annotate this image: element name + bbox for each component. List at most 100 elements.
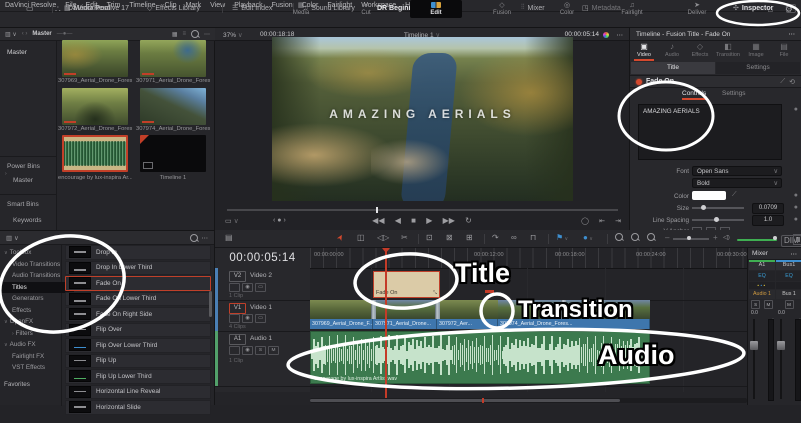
video-clip[interactable] <box>373 300 437 319</box>
pan-control[interactable] <box>776 282 801 289</box>
tab-image[interactable]: ▦Image <box>742 42 770 58</box>
title-preset-row[interactable]: Drop In <box>65 245 211 260</box>
auto-select-icon[interactable]: ◉ <box>242 283 253 292</box>
settings-gear-icon[interactable]: ⚙ <box>785 4 793 15</box>
audio-level-slider[interactable] <box>737 239 777 241</box>
inspector-options-icon[interactable]: ⋯ <box>789 30 796 38</box>
zoom-slider[interactable] <box>673 238 709 240</box>
in-point-icon[interactable]: ⇤ <box>599 217 605 225</box>
linked-selection-icon[interactable]: ∞ <box>511 233 517 242</box>
mute-button[interactable]: M <box>764 300 773 309</box>
trim-edit-mode-icon[interactable]: ◫ <box>357 233 365 242</box>
nav-back-icon[interactable]: ‹ › <box>22 31 28 37</box>
audio-clip[interactable]: encourage by lux-inspira Artlist.wav <box>310 331 650 384</box>
eq-button[interactable]: EQ <box>749 271 775 281</box>
insert-clip-icon[interactable]: ⊡ <box>426 233 433 242</box>
track-lock-icon[interactable] <box>229 346 240 355</box>
sidebar-group-toolbox[interactable]: ∨Toolbox <box>0 247 62 259</box>
title-preset-row-selected[interactable]: Fade On <box>65 276 211 291</box>
track-v2-badge[interactable]: V2 <box>229 271 246 282</box>
selection-mode-icon[interactable]: ➤ <box>335 232 346 242</box>
title-preset-row[interactable]: Flip Up Lower Third <box>65 369 211 384</box>
overwrite-clip-icon[interactable]: ⊠ <box>446 233 453 242</box>
playhead[interactable] <box>385 248 387 398</box>
title-preset-row[interactable]: Flip Up <box>65 354 211 369</box>
track-a1-badge[interactable]: A1 <box>229 334 246 345</box>
go-to-start-button[interactable]: ◀◀ <box>372 216 384 225</box>
mute-button[interactable]: M <box>268 346 279 355</box>
pan-control[interactable]: ••• <box>749 282 775 289</box>
more-options-icon[interactable]: ⋯ <box>202 234 209 242</box>
transition-marker[interactable] <box>561 300 566 319</box>
sidebar-item-generators[interactable]: Generators <box>0 293 74 305</box>
track-v1-badge[interactable]: V1 <box>229 303 246 314</box>
step-back-button[interactable]: ◀ <box>395 216 401 225</box>
sidebar-item-fairlight-fx[interactable]: Fairlight FX <box>0 351 74 363</box>
list-view-icon[interactable]: ≡ <box>182 31 186 37</box>
viewer-seek-bar[interactable] <box>227 209 618 211</box>
mixer-options-icon[interactable]: ⋯ <box>791 250 798 258</box>
transition-marker[interactable] <box>435 300 440 319</box>
line-spacing-value[interactable]: 1.0 <box>752 215 784 226</box>
page-media[interactable]: ▦Media <box>275 0 327 18</box>
page-fairlight[interactable]: ♫Fairlight <box>606 0 658 18</box>
timeline-options-icon[interactable]: ▤ <box>225 233 233 242</box>
page-color[interactable]: ◎Color <box>541 0 593 18</box>
search-icon[interactable] <box>191 30 199 38</box>
marker-icon[interactable]: ● ∨ <box>583 233 593 242</box>
font-style-dropdown[interactable]: Bold∨ <box>692 178 782 188</box>
go-to-end-button[interactable]: ▶▶ <box>443 216 455 225</box>
title-preset-row[interactable]: Flip Over <box>65 323 211 338</box>
sidebar-item-titles[interactable]: Titles <box>0 282 74 294</box>
tab-audio[interactable]: ♪Audio <box>658 42 686 58</box>
effect-enable-toggle[interactable] <box>636 79 642 85</box>
channel-tab[interactable]: A1 <box>749 260 775 270</box>
color-wheel-icon[interactable] <box>603 32 609 38</box>
media-clip-thumbnail[interactable] <box>62 88 128 125</box>
track-v2-name[interactable]: Video 2 <box>250 272 272 279</box>
keyframe-add-icon[interactable]: ● <box>794 106 798 113</box>
sidebar-item-video-transitions[interactable]: Video Transitions <box>0 259 74 271</box>
auto-select-icon[interactable]: ◉ <box>242 314 253 323</box>
tab-effects[interactable]: ◇Effects <box>686 42 714 58</box>
sidebar-item-master[interactable]: Master <box>7 49 27 56</box>
solo-button[interactable]: S <box>751 300 760 309</box>
page-edit[interactable]: Edit <box>410 0 462 18</box>
replace-clip-icon[interactable]: ⊞ <box>466 233 473 242</box>
tab-transition[interactable]: ◧Transition <box>714 42 742 58</box>
zoom-full-icon[interactable] <box>615 233 623 241</box>
track-enable-icon[interactable]: ▭ <box>255 314 266 323</box>
video-clip[interactable] <box>310 300 373 319</box>
title-preset-row[interactable]: Horizontal Line Reveal <box>65 385 211 400</box>
media-clip-thumbnail[interactable] <box>62 40 128 77</box>
transition-marker[interactable] <box>371 300 376 319</box>
title-preset-row[interactable]: Fade On Right Side <box>65 307 211 322</box>
zoom-out-icon[interactable]: – <box>665 233 669 242</box>
eyedropper-icon[interactable]: ⟋ <box>732 191 736 199</box>
line-spacing-slider[interactable] <box>692 219 744 221</box>
scrollbar-handle[interactable] <box>310 399 620 402</box>
channel-tab[interactable]: Bus1 <box>776 260 801 270</box>
media-clip-thumbnail[interactable] <box>140 40 206 77</box>
timeline-scrollbar[interactable] <box>310 398 747 403</box>
page-deliver[interactable]: ➤Deliver <box>671 0 723 18</box>
fader-knob[interactable] <box>750 341 758 350</box>
panel-toggle-icon[interactable]: ▥ ∨ <box>5 31 17 38</box>
resize-handle-icon[interactable]: ⤡ <box>433 290 437 296</box>
mute-button[interactable]: M <box>785 300 794 309</box>
zoom-custom-icon[interactable] <box>647 233 655 241</box>
font-family-dropdown[interactable]: Open Sans∨ <box>692 166 782 176</box>
search-icon[interactable] <box>190 234 198 242</box>
subtab-settings[interactable]: Settings <box>716 62 800 74</box>
more-options-icon[interactable]: ⋯ <box>204 31 210 38</box>
play-button[interactable]: ▶ <box>426 216 432 225</box>
size-slider-knob[interactable] <box>701 205 706 210</box>
chevron-right-icon[interactable]: › <box>5 171 7 177</box>
retime-curve-icon[interactable]: ↷ <box>492 233 499 242</box>
fader-track[interactable] <box>780 319 782 399</box>
track-a1-name[interactable]: Audio 1 <box>250 335 272 342</box>
panel-toggle-icon[interactable]: ▥ ∨ <box>6 234 19 242</box>
reset-icon[interactable]: ⟲ <box>789 78 795 86</box>
match-frame-icon[interactable]: ◯ <box>581 217 589 225</box>
grid-view-icon[interactable]: ▦ <box>172 31 178 38</box>
